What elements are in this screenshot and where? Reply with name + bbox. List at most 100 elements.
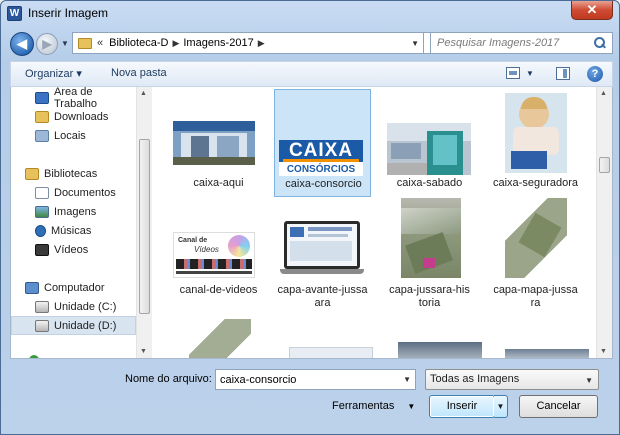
filename-input[interactable]	[216, 370, 396, 389]
file-name: caixa-sabado	[396, 177, 463, 189]
search-icon[interactable]	[592, 35, 608, 51]
caixa-subtitle: CONSÓRCIOS	[286, 164, 356, 175]
file-list: caixa-aqui CAIXA CONSÓRCIOS caixa-consor…	[153, 87, 599, 358]
network-icon[interactable]	[29, 355, 39, 358]
videos-icon	[35, 243, 49, 256]
insert-button[interactable]: Inserir	[429, 395, 495, 418]
file-caixa-consorcio[interactable]: CAIXA CONSÓRCIOS caixa-consorcio	[274, 89, 371, 197]
scroll-up-icon[interactable]: ▲	[600, 90, 607, 97]
file-name-line2: ra	[530, 297, 541, 309]
help-icon[interactable]: ?	[587, 66, 603, 82]
file-canal-de-videos[interactable]: Canal de Vídeos canal-de-videos	[170, 198, 267, 306]
file-type-select[interactable]: Todas as Imagens ▼	[425, 369, 599, 390]
file-caixa-sabado[interactable]: caixa-sabado	[381, 90, 478, 198]
music-icon	[35, 224, 46, 237]
navigation-pane-scrollbar[interactable]: ▲ ▼	[136, 87, 152, 358]
preview-pane-icon[interactable]	[556, 67, 570, 80]
filename-label: Nome do arquivo:	[125, 373, 212, 385]
address-bar[interactable]: « Biblioteca-D ▶ Imagens-2017 ▶ ▼	[72, 32, 424, 54]
file-caixa-aqui[interactable]: caixa-aqui	[170, 90, 267, 198]
scrollbar-thumb[interactable]	[139, 139, 150, 314]
nav-item-drive-c[interactable]: Unidade (C:)	[11, 297, 136, 316]
nav-item-downloads[interactable]: Downloads	[11, 107, 136, 126]
file-caixa-seguradora[interactable]: caixa-seguradora	[487, 90, 584, 198]
file-capa-mapa-jussara[interactable]: capa-mapa-jussa ra	[487, 198, 584, 309]
nav-item-videos[interactable]: Vídeos	[11, 240, 136, 259]
breadcrumb-overflow[interactable]: «	[97, 37, 103, 49]
file-list-scrollbar[interactable]: ▲ ▼	[596, 87, 612, 358]
pictures-icon	[35, 205, 49, 218]
recent-locations-dropdown[interactable]: ▼	[61, 39, 69, 48]
file-capa-avante-jussara[interactable]: capa-avante-jussa ara	[274, 198, 371, 309]
nav-item-places[interactable]: Locais	[11, 126, 136, 145]
nav-item-pictures[interactable]: Imagens	[11, 202, 136, 221]
file-thumbnail	[505, 198, 567, 278]
documents-icon	[35, 186, 49, 199]
organize-button[interactable]: Organizar ▾	[25, 67, 82, 80]
nav-item-label: Músicas	[51, 224, 92, 237]
file-thumbnail	[401, 198, 461, 278]
scrollbar-thumb[interactable]	[599, 157, 610, 173]
nav-item-label: Unidade (D:)	[54, 319, 117, 332]
drive-d-icon	[35, 319, 49, 332]
file-thumbnail	[280, 221, 364, 277]
canal-thumb-title: Canal de	[178, 237, 208, 244]
nav-item-label: Vídeos	[54, 243, 89, 256]
nav-item-label: Computador	[44, 281, 105, 294]
new-folder-button[interactable]: Nova pasta	[111, 67, 167, 79]
nav-item-drive-d[interactable]: Unidade (D:)	[11, 316, 136, 335]
insert-options-dropdown[interactable]: ▼	[494, 395, 508, 418]
chevron-down-icon[interactable]: ▼	[403, 375, 411, 384]
view-options-dropdown[interactable]: ▼	[526, 69, 534, 78]
file-thumbnail-partial[interactable]	[289, 347, 373, 358]
tools-menu-button[interactable]: Ferramentas ▼	[332, 400, 415, 412]
nav-item-label: Bibliotecas	[44, 167, 98, 180]
address-dropdown-icon[interactable]: ▼	[411, 39, 419, 48]
desktop-icon	[35, 91, 49, 104]
scroll-down-icon[interactable]: ▼	[140, 348, 147, 355]
breadcrumb-separator-icon[interactable]: ▶	[258, 38, 265, 49]
file-thumbnail-partial[interactable]	[398, 342, 482, 358]
cancel-button[interactable]: Cancelar	[519, 395, 598, 418]
file-thumbnail	[173, 121, 255, 165]
downloads-icon	[35, 110, 49, 123]
nav-item-computer[interactable]: Computador	[11, 278, 136, 297]
scroll-down-icon[interactable]: ▼	[600, 348, 607, 355]
forward-button[interactable]: ▶	[36, 33, 58, 55]
file-name-line1: capa-avante-jussa	[277, 284, 368, 296]
back-button[interactable]: ◀	[10, 32, 34, 56]
libraries-icon	[25, 167, 39, 180]
nav-item-label: Documentos	[54, 186, 116, 199]
nav-item-label: Downloads	[54, 110, 109, 123]
nav-item-libraries[interactable]: Bibliotecas	[11, 164, 136, 183]
file-name-line2: toria	[418, 297, 441, 309]
search-box[interactable]	[430, 32, 613, 54]
filename-combobox[interactable]: ▼	[215, 369, 416, 390]
nav-item-desktop[interactable]: Área de Trabalho	[11, 87, 136, 110]
file-thumbnail	[387, 123, 471, 175]
file-thumbnail-partial[interactable]	[505, 349, 589, 358]
file-name-line1: capa-jussara-his	[389, 284, 470, 296]
breadcrumb-biblioteca-d[interactable]: Biblioteca-D	[109, 37, 168, 49]
nav-item-label: Imagens	[54, 205, 97, 218]
file-thumbnail-partial[interactable]	[189, 319, 251, 358]
change-view-icon[interactable]	[506, 67, 520, 79]
chevron-down-icon[interactable]: ▼	[585, 371, 593, 390]
computer-icon	[25, 281, 39, 294]
breadcrumb-imagens-2017[interactable]: Imagens-2017	[183, 37, 253, 49]
insert-image-dialog: W Inserir Imagem ✕ ◀ ▶ ▼ « Biblioteca-D …	[0, 0, 620, 435]
drive-c-icon	[35, 300, 49, 313]
canal-thumb-subtitle: Vídeos	[194, 245, 219, 254]
breadcrumb-separator-icon[interactable]: ▶	[172, 38, 179, 49]
navigation-pane: Área de Trabalho Downloads Locais Biblio…	[11, 87, 152, 358]
word-app-icon: W	[7, 6, 22, 21]
file-capa-jussara-historia[interactable]: capa-jussara-his toria	[381, 198, 478, 309]
scroll-up-icon[interactable]: ▲	[140, 90, 147, 97]
close-button[interactable]: ✕	[571, 1, 613, 20]
file-thumbnail: Canal de Vídeos	[173, 232, 255, 278]
chevron-down-icon: ▼	[407, 402, 416, 411]
nav-item-music[interactable]: Músicas	[11, 221, 136, 240]
file-name: canal-de-videos	[179, 284, 258, 296]
search-input[interactable]	[437, 37, 592, 49]
nav-item-documents[interactable]: Documentos	[11, 183, 136, 202]
